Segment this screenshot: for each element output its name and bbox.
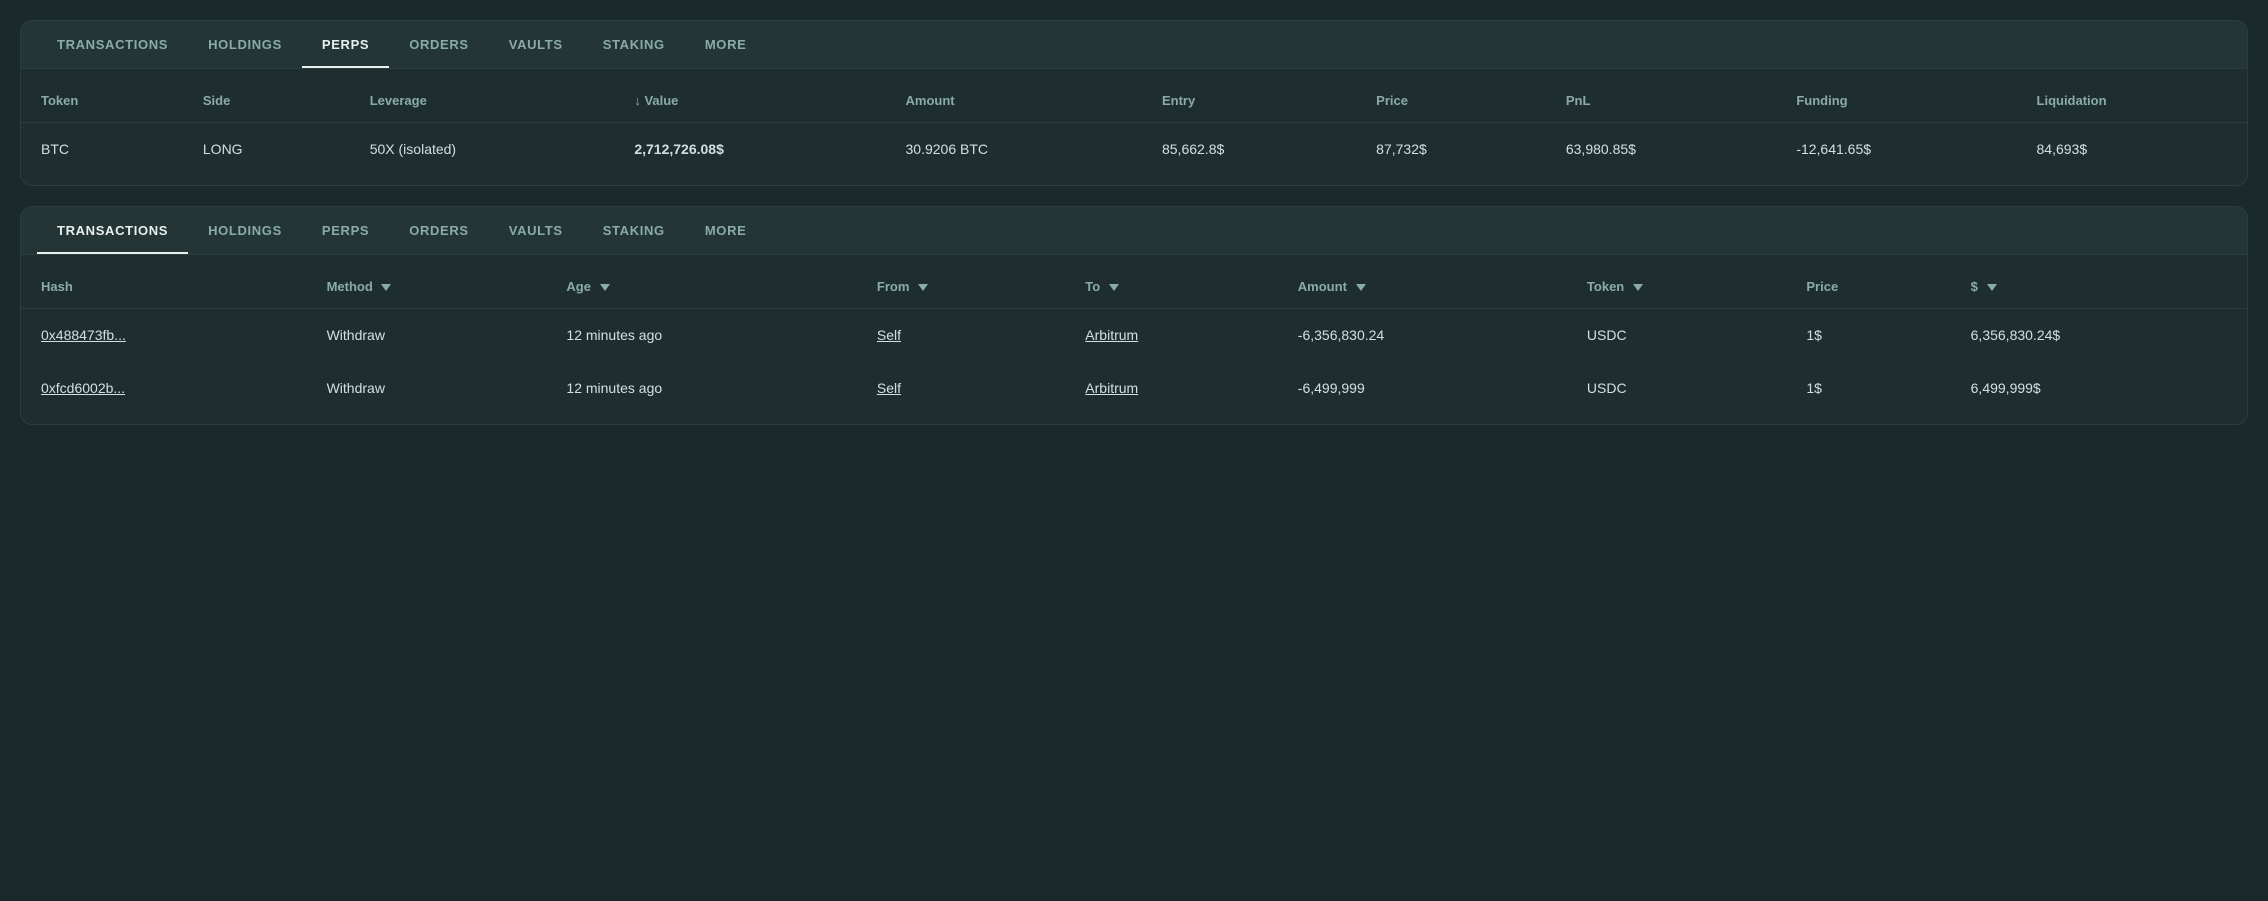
col-to[interactable]: To	[1065, 265, 1278, 309]
tab-perps-1[interactable]: PERPS	[302, 21, 389, 68]
col-side: Side	[183, 79, 350, 123]
cell-age-2: 12 minutes ago	[546, 362, 856, 415]
cell-to-1[interactable]: Arbitrum	[1065, 309, 1278, 362]
tab-vaults-1[interactable]: VAULTS	[489, 21, 583, 68]
col-hash: Hash	[21, 265, 307, 309]
from-filter-icon	[918, 284, 928, 291]
transactions-tab-bar: TRANSACTIONS HOLDINGS PERPS ORDERS VAULT…	[21, 207, 2247, 255]
cell-amount-2: -6,499,999	[1278, 362, 1567, 415]
transactions-table: Hash Method Age From To	[21, 265, 2247, 414]
cell-dollar-1: 6,356,830.24$	[1951, 309, 2247, 362]
transactions-table-container: Hash Method Age From To	[21, 255, 2247, 424]
perps-table: Token Side Leverage ↓ Value Amount Entry…	[21, 79, 2247, 175]
col-liquidation: Liquidation	[2017, 79, 2247, 123]
tab-orders-2[interactable]: ORDERS	[389, 207, 489, 254]
col-funding: Funding	[1776, 79, 2016, 123]
col-amount: Amount	[886, 79, 1142, 123]
token-filter-icon	[1633, 284, 1643, 291]
tab-more-1[interactable]: MORE	[685, 21, 767, 68]
cell-funding: -12,641.65$	[1776, 123, 2016, 176]
cell-token-1: USDC	[1567, 309, 1786, 362]
table-row: BTC LONG 50X (isolated) 2,712,726.08$ 30…	[21, 123, 2247, 176]
cell-amount-1: -6,356,830.24	[1278, 309, 1567, 362]
col-method[interactable]: Method	[307, 265, 547, 309]
col-amount[interactable]: Amount	[1278, 265, 1567, 309]
col-dollar[interactable]: $	[1951, 265, 2247, 309]
col-from[interactable]: From	[857, 265, 1065, 309]
cell-from-2[interactable]: Self	[857, 362, 1065, 415]
col-token[interactable]: Token	[1567, 265, 1786, 309]
cell-price-2: 1$	[1786, 362, 1950, 415]
cell-to-2[interactable]: Arbitrum	[1065, 362, 1278, 415]
transactions-panel: TRANSACTIONS HOLDINGS PERPS ORDERS VAULT…	[20, 206, 2248, 425]
perps-table-container: Token Side Leverage ↓ Value Amount Entry…	[21, 69, 2247, 185]
perps-panel: TRANSACTIONS HOLDINGS PERPS ORDERS VAULT…	[20, 20, 2248, 186]
col-entry: Entry	[1142, 79, 1356, 123]
cell-liquidation: 84,693$	[2017, 123, 2247, 176]
col-token: Token	[21, 79, 183, 123]
tab-staking-1[interactable]: STAKING	[583, 21, 685, 68]
tab-perps-2[interactable]: PERPS	[302, 207, 389, 254]
tab-holdings-2[interactable]: HOLDINGS	[188, 207, 302, 254]
perps-tab-bar: TRANSACTIONS HOLDINGS PERPS ORDERS VAULT…	[21, 21, 2247, 69]
table-row: 0xfcd6002b... Withdraw 12 minutes ago Se…	[21, 362, 2247, 415]
age-filter-icon	[600, 284, 610, 291]
cell-entry: 85,662.8$	[1142, 123, 1356, 176]
col-price: Price	[1786, 265, 1950, 309]
amount-filter-icon	[1356, 284, 1366, 291]
cell-token: BTC	[21, 123, 183, 176]
cell-age-1: 12 minutes ago	[546, 309, 856, 362]
dollar-filter-icon	[1987, 284, 1997, 291]
tab-transactions-1[interactable]: TRANSACTIONS	[37, 21, 188, 68]
col-age[interactable]: Age	[546, 265, 856, 309]
tab-orders-1[interactable]: ORDERS	[389, 21, 489, 68]
table-row: 0x488473fb... Withdraw 12 minutes ago Se…	[21, 309, 2247, 362]
cell-side: LONG	[183, 123, 350, 176]
method-filter-icon	[381, 284, 391, 291]
to-filter-icon	[1109, 284, 1119, 291]
cell-pnl: 63,980.85$	[1546, 123, 1776, 176]
col-pnl: PnL	[1546, 79, 1776, 123]
cell-leverage: 50X (isolated)	[350, 123, 615, 176]
cell-from-1[interactable]: Self	[857, 309, 1065, 362]
tab-more-2[interactable]: MORE	[685, 207, 767, 254]
cell-method-2: Withdraw	[307, 362, 547, 415]
cell-hash-2[interactable]: 0xfcd6002b...	[21, 362, 307, 415]
tab-transactions-2[interactable]: TRANSACTIONS	[37, 207, 188, 254]
cell-method-1: Withdraw	[307, 309, 547, 362]
cell-price-1: 1$	[1786, 309, 1950, 362]
col-leverage: Leverage	[350, 79, 615, 123]
tab-holdings-1[interactable]: HOLDINGS	[188, 21, 302, 68]
col-price: Price	[1356, 79, 1546, 123]
cell-amount: 30.9206 BTC	[886, 123, 1142, 176]
cell-price: 87,732$	[1356, 123, 1546, 176]
cell-hash-1[interactable]: 0x488473fb...	[21, 309, 307, 362]
cell-dollar-2: 6,499,999$	[1951, 362, 2247, 415]
tab-vaults-2[interactable]: VAULTS	[489, 207, 583, 254]
tab-staking-2[interactable]: STAKING	[583, 207, 685, 254]
col-value[interactable]: ↓ Value	[614, 79, 885, 123]
cell-value: 2,712,726.08$	[614, 123, 885, 176]
cell-token-2: USDC	[1567, 362, 1786, 415]
